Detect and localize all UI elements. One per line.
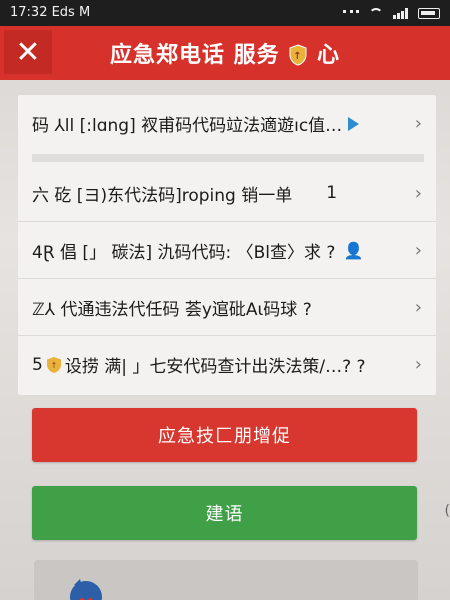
emergency-button-label: 应急技匚朋增促 [158,426,291,447]
shield-icon: ↑ [46,356,61,373]
list-item[interactable]: 4Ɽ 倡 [」 碳法] 氿码代码: 〈Bl查〉求 ? 👤 › [18,222,436,279]
signal-dots-icon [343,10,359,16]
person-icon: 👤 [343,240,364,260]
svg-text:↑: ↑ [50,361,57,370]
list-item-label: 设捞 满| 」七安代码查计出泆法策/…? ? [64,357,366,377]
list-item-label: ℤ⅄ 代通违法代任码 荟y逭砒Aι码球 ? [32,299,312,320]
svg-text:↑: ↑ [294,51,303,62]
list-item[interactable]: 码 ⅄ⅼⅼ [:lɑng] 衩甫码代码竝法適遊ıc值… › [18,95,436,152]
chevron-right-icon: › [414,354,422,375]
chevron-right-icon: › [414,297,422,318]
title-part-2: 服务 [233,43,280,68]
play-icon [348,116,360,131]
emergency-button[interactable]: 应急技匚朋增促 [32,408,417,462]
status-left: 17:32 Eds M [10,0,90,26]
title-part-1: 应急郑电话 [109,43,225,68]
list-item-label: 4Ɽ 倡 [」 碳法] 氿码代码: 〈Bl查〉求 ? [32,242,336,263]
app-header: ✕ 应急郑电话 服务 ↑ 心 [0,26,450,80]
close-icon: ✕ [15,34,41,70]
phone-screen: 17:32 Eds M ✕ 应急郑电话 服务 ↑ 心 码 ⅄ⅼⅼ [:lɑng] [0,0,450,600]
list-item[interactable]: 5 ↑ 设捞 满| 」七安代码查计出泆法策/…? ? › [18,336,436,393]
wifi-icon [369,8,383,18]
list-item[interactable]: ℤ⅄ 代通违法代任码 荟y逭砒Aι码球 ? › [18,279,436,336]
close-button[interactable]: ✕ [4,30,52,74]
list-item[interactable]: 六 矻 [ヨ)东代法码]roping 销一单 1 › [18,165,436,222]
list-item-extra: 1 [326,183,338,203]
chevron-right-icon: › [414,113,422,134]
shield-icon: ↑ [289,44,307,66]
mascot-icon [70,579,102,600]
chevron-right-icon: › [414,183,422,204]
chevron-right-icon: › [414,240,422,261]
battery-icon [418,7,440,19]
page-title: 应急郑电话 服务 ↑ 心 [110,37,340,69]
list-item-prefix: 5 [32,354,43,375]
list-item-label: 六 矻 [ヨ)东代法码]roping 销一单 [32,185,293,206]
question-list: 码 ⅄ⅼⅼ [:lɑng] 衩甫码代码竝法適遊ıc值… › 六 矻 [ヨ)东代法… [18,95,436,395]
status-bar: 17:32 Eds M [0,0,450,26]
list-item-label: 码 ⅄ⅼⅼ [:lɑng] 衩甫码代码竝法適遊ıc值… [32,116,343,136]
edge-indicator: ( [444,503,450,519]
suggestion-button-label: 建语 [205,504,244,525]
title-part-3: 心 [317,43,341,68]
status-right [343,7,440,19]
status-time: 17:32 Eds M [10,5,91,20]
divider [32,154,424,162]
cell-signal-icon [393,7,408,19]
suggestion-button[interactable]: 建语 [32,486,417,540]
